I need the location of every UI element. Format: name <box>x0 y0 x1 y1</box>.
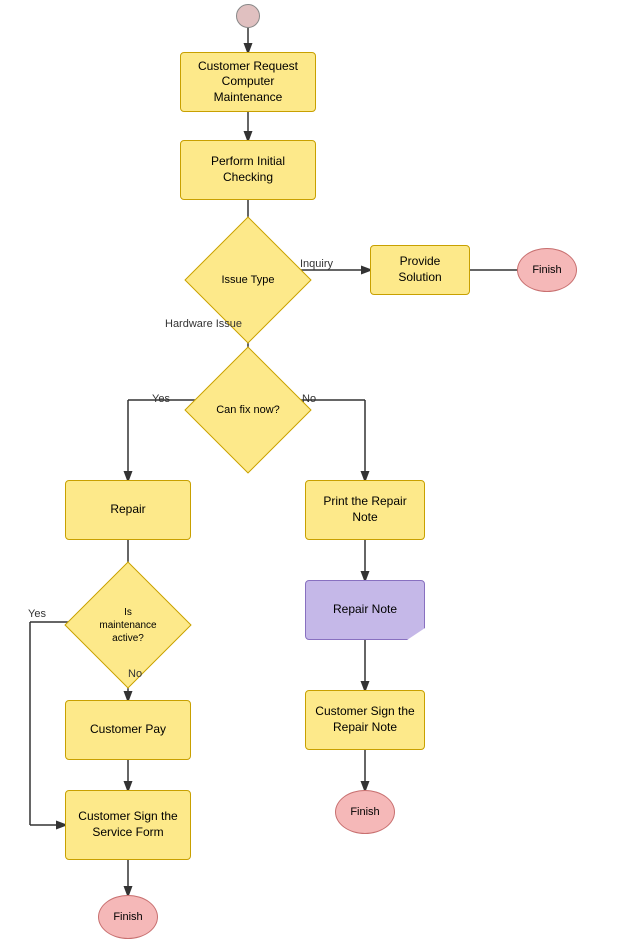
customer-sign-service-node: Customer Sign the Service Form <box>65 790 191 860</box>
finish2-node: Finish <box>98 895 158 939</box>
no-fix-label: No <box>302 393 316 405</box>
start-node <box>236 4 260 28</box>
provide-solution-node: Provide Solution <box>370 245 470 295</box>
customer-request-node: Customer Request Computer Maintenance <box>180 52 316 112</box>
hardware-label: Hardware Issue <box>165 318 242 330</box>
no-maint-label: No <box>128 668 142 680</box>
yes-fix-label: Yes <box>152 393 170 405</box>
customer-pay-node: Customer Pay <box>65 700 191 760</box>
initial-check-node: Perform Initial Checking <box>180 140 316 200</box>
finish1-node: Finish <box>517 248 577 292</box>
repair-note-doc: Repair Note <box>305 580 425 640</box>
inquiry-label: Inquiry <box>300 258 333 270</box>
print-repair-node: Print the Repair Note <box>305 480 425 540</box>
can-fix-diamond <box>184 346 311 473</box>
finish3-node: Finish <box>335 790 395 834</box>
repair-node: Repair <box>65 480 191 540</box>
flowchart: Customer Request Computer Maintenance Pe… <box>0 0 636 950</box>
customer-sign-repair-node: Customer Sign the Repair Note <box>305 690 425 750</box>
yes-maint-label: Yes <box>28 608 46 620</box>
